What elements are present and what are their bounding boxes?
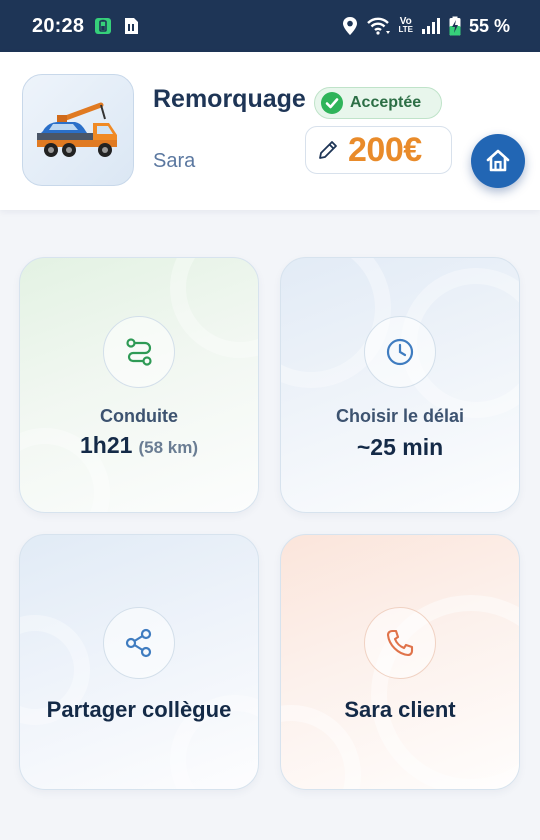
route-icon — [126, 338, 152, 366]
route-icon-wrapper — [103, 316, 175, 388]
battery-percent: 55 % — [468, 15, 510, 36]
job-header: Remorquage Sara Acceptée 200€ — [0, 52, 540, 210]
tile-partager-label: Partager collègue — [46, 697, 232, 722]
client-name: Sara — [153, 150, 196, 172]
phone-icon-wrapper — [364, 607, 436, 679]
tile-partager[interactable]: Partager collègue — [19, 534, 259, 790]
status-badge-label: Acceptée — [350, 94, 422, 111]
sim-icon — [122, 16, 140, 36]
tow-truck-icon — [37, 102, 117, 157]
tile-delai-label: Choisir le délai — [335, 406, 465, 426]
tile-conduite-label: Conduite — [100, 406, 178, 426]
status-badge: Acceptée — [314, 87, 442, 119]
signal-icon — [421, 17, 441, 35]
home-icon — [486, 149, 510, 172]
phone-icon — [386, 629, 414, 657]
tile-client-label: Sara client — [344, 697, 456, 722]
tile-decoration — [170, 258, 258, 358]
price-edit-button[interactable]: 200€ — [305, 126, 452, 174]
clock-icon-wrapper — [364, 316, 436, 388]
battery-saver-icon — [94, 17, 112, 35]
tile-client[interactable]: Sara client — [280, 534, 520, 790]
clock-icon — [386, 338, 414, 366]
location-icon — [342, 16, 358, 36]
status-time: 20:28 — [32, 14, 85, 37]
tow-truck-thumbnail[interactable] — [22, 74, 134, 186]
battery-charging-icon — [449, 16, 461, 36]
status-right: Vo LTE 55 % — [342, 16, 510, 37]
tile-delai[interactable]: Choisir le délai ~25 min — [280, 257, 520, 513]
tile-delai-value: ~25 min — [356, 434, 444, 460]
drive-distance: (58 km) — [138, 438, 198, 457]
wifi-icon — [366, 16, 391, 36]
check-circle-icon — [321, 92, 343, 114]
status-left: 20:28 — [32, 15, 140, 38]
volte-indicator: Vo LTE — [398, 17, 413, 34]
drive-duration: 1h21 — [80, 432, 133, 458]
pencil-icon — [319, 141, 337, 159]
price-value: 200€ — [348, 130, 422, 169]
job-title: Remorquage — [153, 85, 306, 113]
share-icon — [125, 628, 152, 658]
tile-conduite-value: 1h21 (58 km) — [20, 432, 258, 459]
volte-bottom: LTE — [398, 25, 413, 34]
status-bar: 20:28 Vo LTE 55 % — [0, 0, 540, 52]
home-button[interactable] — [471, 134, 525, 188]
tile-conduite[interactable]: Conduite 1h21 (58 km) — [19, 257, 259, 513]
share-icon-wrapper — [103, 607, 175, 679]
